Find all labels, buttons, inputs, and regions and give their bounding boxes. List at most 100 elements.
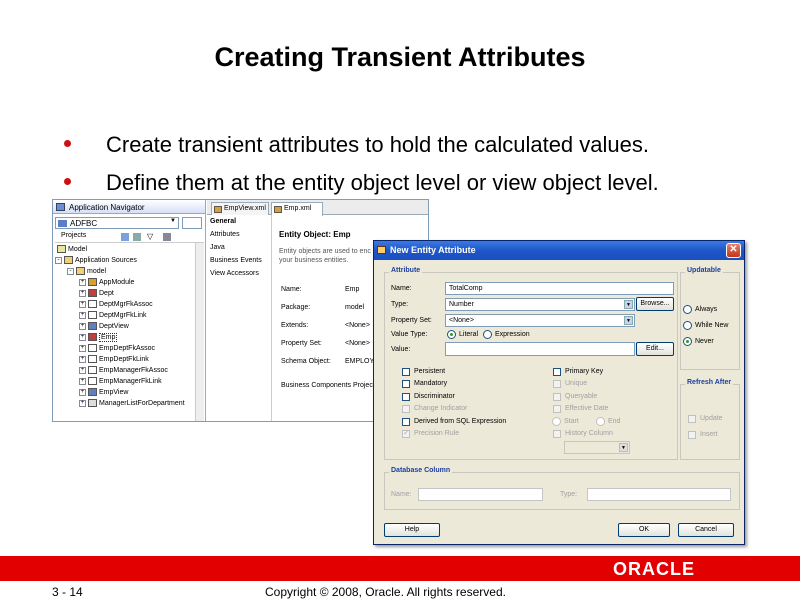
tree-label: DeptView: [99, 322, 129, 330]
tree-item-selected[interactable]: + Emp: [79, 332, 118, 344]
browse-button[interactable]: Browse...: [636, 297, 674, 311]
nav-item-business-events[interactable]: Business Events: [210, 257, 262, 264]
tree-item[interactable]: - model: [67, 267, 106, 278]
navigator-title: Application Navigator: [69, 203, 145, 212]
db-type-field[interactable]: [587, 488, 731, 501]
projects-bar[interactable]: Projects ▽: [55, 232, 204, 243]
xml-file-icon: [214, 206, 222, 213]
start-radio[interactable]: [552, 417, 561, 426]
history-column-select[interactable]: ▼: [564, 441, 630, 454]
association-icon: [88, 366, 97, 374]
tree-item[interactable]: + DeptView: [79, 322, 129, 333]
property-set-select[interactable]: <None> ▼: [445, 314, 635, 327]
tree-item[interactable]: + DeptMgrFkAssoc: [79, 300, 153, 311]
tree-label: EmpDeptFkAssoc: [99, 344, 156, 352]
tree-label: DeptMgrFkLink: [99, 311, 147, 319]
expand-icon[interactable]: +: [79, 355, 86, 363]
discriminator-checkbox[interactable]: [402, 393, 410, 401]
cancel-button[interactable]: Cancel: [678, 523, 734, 537]
collapse-icon[interactable]: -: [67, 267, 74, 275]
slide: Creating Transient Attributes Create tra…: [0, 0, 800, 600]
expression-radio[interactable]: [483, 330, 492, 339]
tree-label: EmpView: [99, 388, 129, 396]
prop-label: Extends:: [281, 322, 309, 329]
tree-item[interactable]: + EmpDeptFkLink: [79, 355, 149, 366]
unique-checkbox[interactable]: [553, 380, 561, 388]
expand-icon[interactable]: +: [79, 377, 86, 385]
expand-icon[interactable]: +: [79, 278, 86, 286]
structure-icon[interactable]: [133, 233, 141, 241]
view-object-icon: [88, 388, 97, 396]
persistent-checkbox[interactable]: [402, 368, 410, 376]
association-icon: [88, 344, 97, 352]
collapse-icon[interactable]: -: [55, 256, 62, 264]
change-indicator-label: Change Indicator: [414, 405, 468, 412]
navigator-scrollbar[interactable]: [195, 243, 204, 421]
history-column-checkbox[interactable]: [553, 430, 561, 438]
tree-item[interactable]: + EmpManagerFkLink: [79, 377, 162, 388]
name-field[interactable]: TotalComp: [445, 282, 674, 295]
expand-icon[interactable]: +: [79, 366, 86, 374]
literal-radio[interactable]: [447, 330, 456, 339]
expand-icon[interactable]: +: [79, 311, 86, 319]
filter-icon[interactable]: ▽: [147, 232, 153, 241]
ok-button[interactable]: OK: [618, 523, 670, 537]
mandatory-checkbox[interactable]: [402, 380, 410, 388]
tree-item[interactable]: Model: [57, 245, 87, 256]
expand-icon[interactable]: +: [79, 322, 86, 330]
refresh-insert-label: Insert: [700, 431, 718, 438]
tree-item[interactable]: + DeptMgrFkLink: [79, 311, 146, 322]
edit-button[interactable]: Edit...: [636, 342, 674, 356]
precision-rule-checkbox[interactable]: [402, 428, 410, 438]
nav-item-attributes[interactable]: Attributes: [210, 231, 240, 238]
tree-label: EmpManagerFkAssoc: [99, 366, 168, 374]
end-radio[interactable]: [596, 417, 605, 426]
dialog-titlebar[interactable]: New Entity Attribute ✕: [374, 241, 744, 260]
always-radio[interactable]: [683, 305, 692, 314]
refresh-insert-checkbox[interactable]: [688, 431, 696, 439]
always-label: Always: [695, 306, 718, 313]
tree-item[interactable]: + ManagerListForDepartment: [79, 399, 185, 410]
tree-item[interactable]: + AppModule: [79, 278, 134, 289]
type-value: Number: [449, 301, 474, 308]
expand-icon[interactable]: +: [79, 333, 86, 341]
expand-icon[interactable]: +: [79, 388, 86, 396]
change-indicator-checkbox[interactable]: [402, 405, 410, 413]
app-module-icon: [88, 278, 97, 286]
nav-item-java[interactable]: Java: [210, 244, 225, 251]
db-name-label: Name:: [391, 491, 412, 498]
help-button[interactable]: Help: [384, 523, 440, 537]
derived-sql-checkbox[interactable]: [402, 418, 410, 426]
tree-item[interactable]: + EmpDeptFkAssoc: [79, 344, 155, 355]
db-name-field[interactable]: [418, 488, 543, 501]
refresh-update-checkbox[interactable]: [688, 415, 696, 423]
tree-options-icon[interactable]: [163, 233, 171, 241]
sync-icon[interactable]: [121, 233, 129, 241]
expand-icon[interactable]: +: [79, 399, 86, 407]
application-combo[interactable]: ADFBC ▼: [55, 217, 179, 229]
primary-key-checkbox[interactable]: [553, 368, 561, 376]
nav-item-view-accessors[interactable]: View Accessors: [210, 270, 259, 277]
close-icon[interactable]: ✕: [726, 243, 741, 258]
chevron-down-icon: ▼: [624, 300, 633, 309]
tree-item[interactable]: - Application Sources: [55, 256, 137, 267]
expand-icon[interactable]: +: [79, 344, 86, 352]
queryable-checkbox[interactable]: [553, 393, 561, 401]
tab-empview-xml[interactable]: EmpView.xml: [211, 202, 269, 215]
value-field[interactable]: [445, 342, 635, 356]
never-radio[interactable]: [683, 337, 692, 346]
type-select[interactable]: Number ▼: [445, 298, 635, 311]
tree-item[interactable]: + EmpManagerFkAssoc: [79, 366, 168, 377]
tree-item[interactable]: + Dept: [79, 289, 114, 300]
tree-item[interactable]: + EmpView: [79, 388, 128, 399]
while-new-radio[interactable]: [683, 321, 692, 330]
literal-label: Literal: [459, 331, 479, 338]
tree-label: Dept: [99, 289, 114, 297]
nav-item-general[interactable]: General: [210, 218, 237, 225]
effective-date-checkbox[interactable]: [553, 405, 561, 413]
application-menu-button[interactable]: [182, 217, 202, 229]
projects-label: Projects: [61, 232, 87, 239]
expand-icon[interactable]: +: [79, 300, 86, 308]
tab-emp-xml[interactable]: Emp.xml: [271, 202, 323, 216]
expand-icon[interactable]: +: [79, 289, 86, 297]
